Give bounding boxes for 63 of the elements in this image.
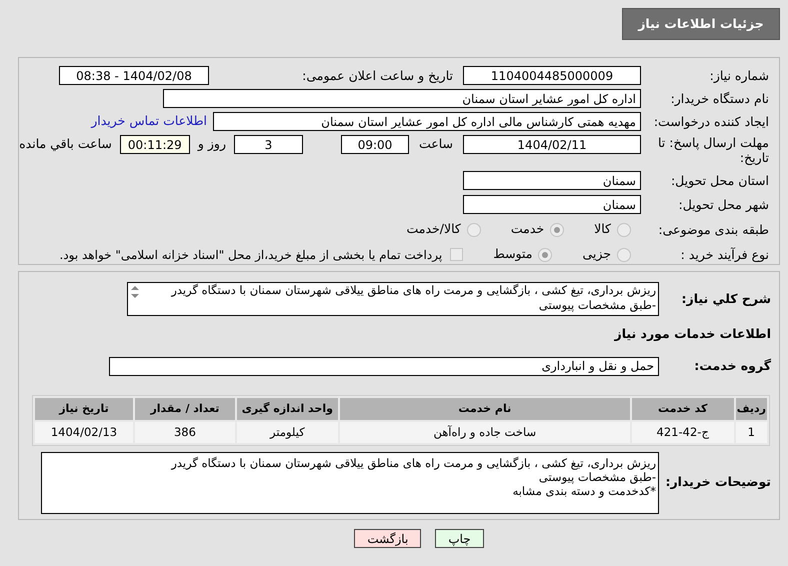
- radio-button[interactable]: [550, 222, 564, 237]
- time-label: ساعت: [418, 135, 453, 153]
- field-label: نام دستگاه خریدار:: [670, 91, 769, 106]
- table-cell: کیلومتر: [236, 422, 338, 443]
- notes-line: ریزش برداری، تیغ کشی ، بازگشایی و مرمت راه های مناطق ییلاقی شهرستان سمنان با دستگاه گریدر: [170, 456, 656, 470]
- column-header: واحد اندازه گیری: [236, 398, 338, 420]
- column-header: نام خدمت: [340, 398, 630, 420]
- remaining-label: ساعت باقي مانده: [19, 135, 112, 153]
- radio-label: جزیی: [582, 245, 611, 264]
- text-field[interactable]: مهدیه همتی کارشناس مالی اداره کل امور عشایر استان سمنان: [213, 112, 641, 131]
- text-field[interactable]: 3: [234, 135, 303, 154]
- notes-line: *کدخدمت و دسته بندی مشابه: [512, 484, 656, 498]
- description-box[interactable]: ریزش برداری، تیغ کشی ، بازگشایی و مرمت راه های مناطق ییلاقی شهرستان سمنان با دستگاه گریدر -طبق مشخصات پیوستی: [127, 282, 659, 316]
- radio-button[interactable]: [538, 248, 552, 262]
- field-label: استان محل تحویل:: [670, 173, 769, 188]
- radio-button[interactable]: [617, 222, 631, 237]
- field-label: شهر محل تحویل:: [678, 197, 769, 212]
- text-field[interactable]: اداره کل امور عشایر استان سمنان: [163, 89, 641, 108]
- checkbox[interactable]: [450, 248, 464, 262]
- page-title: جزئیات اطلاعات نیاز: [622, 8, 780, 40]
- table-cell: ساخت جاده و راه‌آهن: [340, 422, 630, 443]
- field-label: تاریخ و ساعت اعلان عمومی:: [301, 68, 454, 83]
- text-field[interactable]: 1404/02/11: [463, 135, 641, 154]
- text-field[interactable]: حمل و نقل و انبارداری: [109, 356, 659, 376]
- radio-button[interactable]: [466, 222, 481, 237]
- radio-label: کالا: [594, 220, 611, 238]
- table-cell: 386: [134, 422, 235, 443]
- section-title: اطلاعات خدمات مورد نياز: [613, 325, 771, 343]
- radio-label: متوسط: [493, 245, 532, 264]
- field-label: ایجاد کننده درخواست:: [652, 114, 769, 129]
- print-button[interactable]: چاپ: [435, 529, 484, 548]
- service-group-label: گروه خدمت:: [693, 356, 771, 375]
- field-label: شماره نیاز:: [708, 68, 769, 83]
- column-header: ردیف: [736, 398, 767, 420]
- description-label: شرح کلي نياز:: [680, 290, 771, 308]
- payment-note: پرداخت تمام یا بخشی از مبلغ خرید،از محل "اسناد خزانه اسلامی" خواهد بود.: [60, 246, 442, 264]
- column-header: تعداد / مقدار: [134, 398, 235, 420]
- scroll-arrows-icon[interactable]: [130, 285, 140, 299]
- column-header: تاریخ نیاز: [35, 398, 133, 420]
- field-label: مهلت ارسال پاسخ: تا تاریخ:: [657, 135, 769, 165]
- notes-line: -طبق مشخصات پیوستی: [538, 470, 656, 484]
- back-button[interactable]: بازگشت: [354, 529, 422, 548]
- buyer-notes-label: توضیحات خریدار:: [664, 473, 771, 492]
- table-cell: ج-42-421: [632, 422, 734, 443]
- table-cell: 1: [736, 422, 767, 443]
- text-field[interactable]: سمنان: [463, 195, 641, 214]
- field-label: نوع فرآیند خرید :: [680, 247, 769, 262]
- text-field[interactable]: 09:00: [340, 135, 409, 154]
- field-label: طبقه بندی موضوعی:: [657, 222, 769, 238]
- text-field[interactable]: 1404/02/08 - 08:38: [59, 66, 209, 85]
- buyer-notes-box[interactable]: ریزش برداری، تیغ کشی ، بازگشایی و مرمت راه های مناطق ییلاقی شهرستان سمنان با دستگاه گریدر -طبق مشخصات پیوستی *کدخدمت و دسته بندی مشابه: [41, 452, 659, 514]
- radio-button[interactable]: [617, 248, 631, 262]
- radio-label: کالا/خدمت: [406, 220, 461, 238]
- radio-label: خدمت: [510, 220, 544, 238]
- text-field[interactable]: 1104004485000009: [463, 66, 641, 85]
- contact-link[interactable]: اطلاعات تماس خریدار: [91, 112, 207, 131]
- days-label: روز و: [198, 135, 226, 153]
- description-line: ریزش برداری، تیغ کشی ، بازگشایی و مرمت راه های مناطق ییلاقی شهرستان سمنان با دستگاه گریدر: [170, 283, 656, 298]
- table-cell: 1404/02/13: [35, 422, 133, 443]
- column-header: کد خدمت: [632, 398, 734, 420]
- description-line: -طبق مشخصات پیوستی: [538, 298, 656, 313]
- text-field[interactable]: سمنان: [463, 171, 641, 190]
- text-field[interactable]: 00:11:29: [120, 135, 190, 154]
